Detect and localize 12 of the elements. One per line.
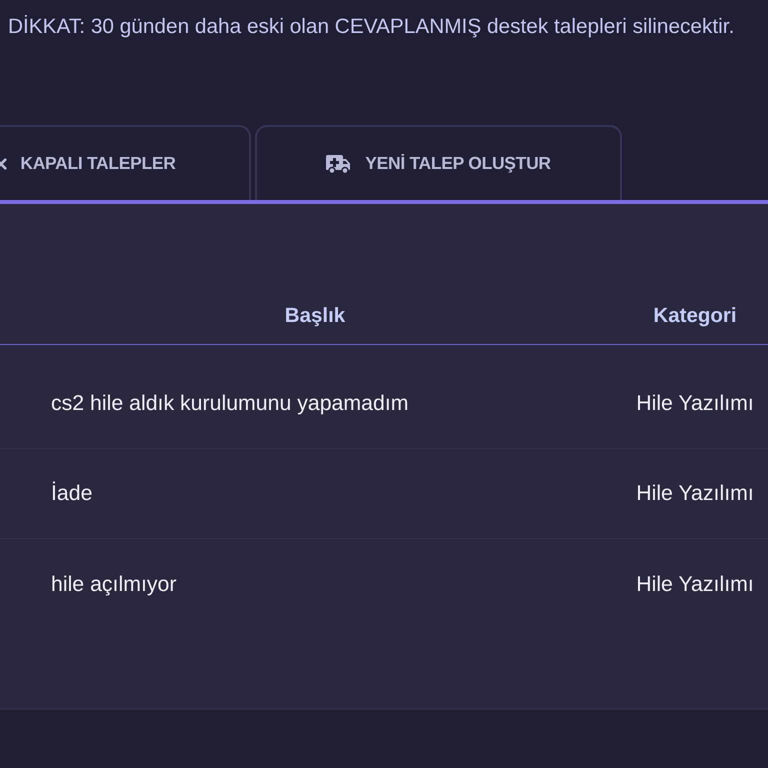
warning-notice: DİKKAT: 30 günden daha eski olan CEVAPLANMIŞ destek talepleri silinecektir.: [7, 14, 734, 40]
table-cell-text: hile açılmıyor: [50, 570, 178, 598]
table-cell: İade: [0, 449, 595, 539]
table-cell: Hile Yazılımı: [595, 345, 768, 449]
column-header: Başlık: [0, 290, 595, 345]
ambulance-icon: [326, 154, 352, 174]
tab[interactable]: KAPALI TALEPLER: [0, 125, 251, 200]
table-cell: cs2 hile aldık kurulumunu yapamadım: [0, 345, 595, 449]
column-header: Kategori: [595, 290, 768, 345]
tab[interactable]: YENİ TALEP OLUŞTUR: [255, 125, 622, 200]
table-cell-text: Hile Yazılımı: [635, 570, 755, 598]
table-cell: Hile Yazılımı: [595, 449, 768, 539]
